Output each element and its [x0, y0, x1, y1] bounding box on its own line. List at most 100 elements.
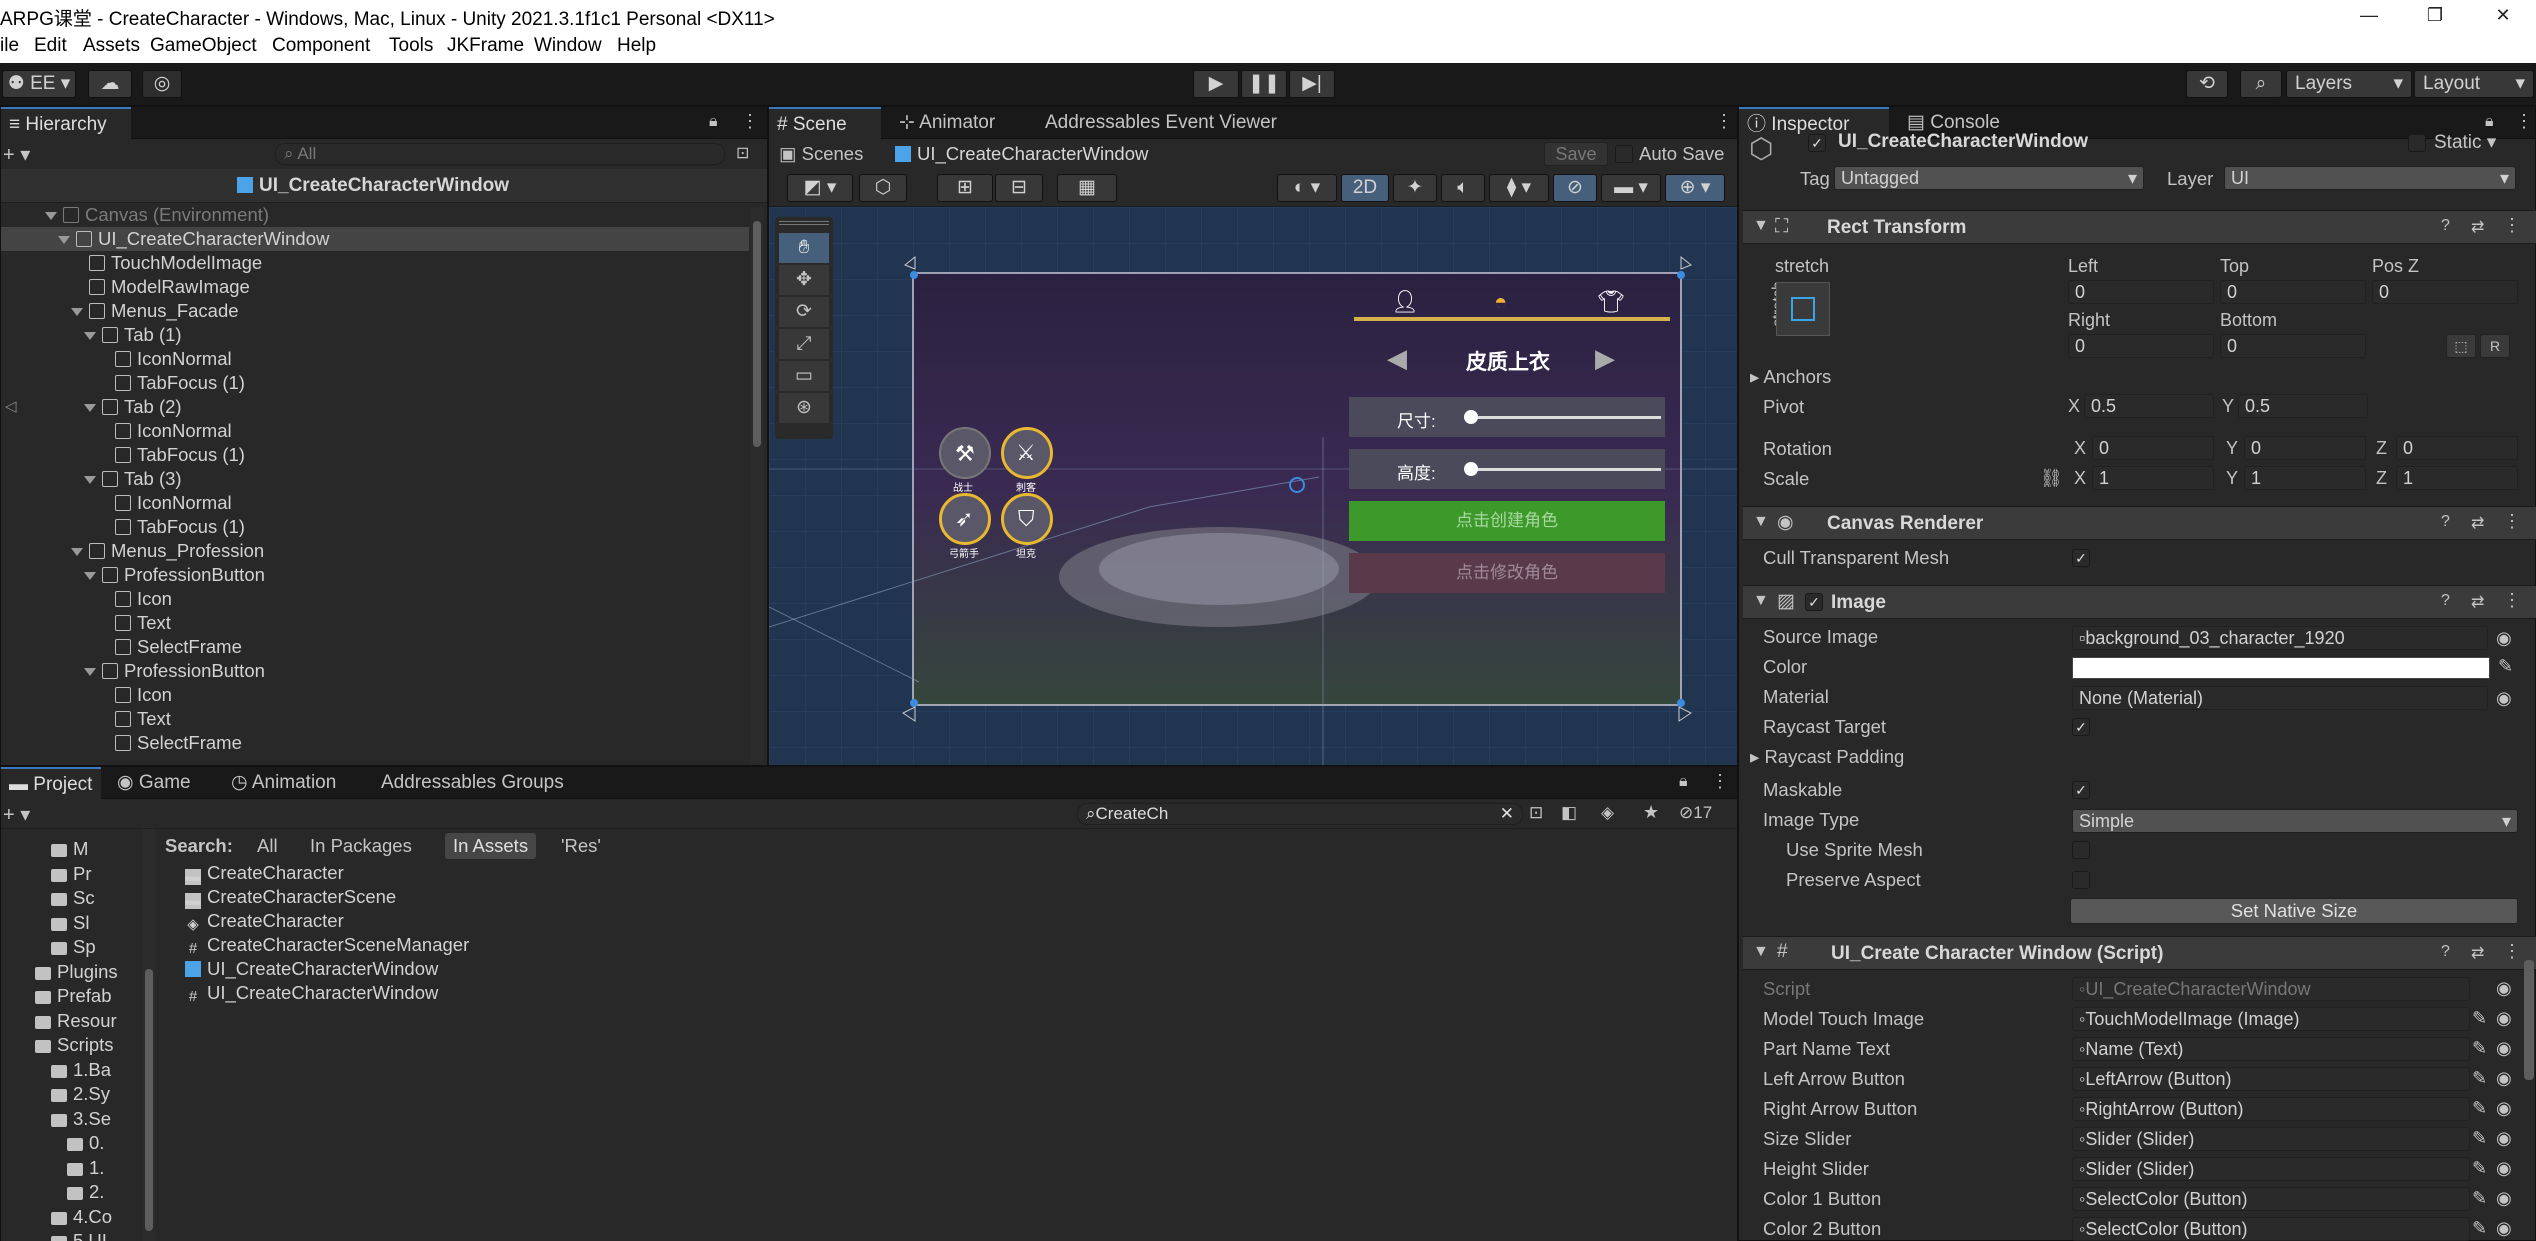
auto-save-checkbox[interactable] [1615, 145, 1633, 163]
collab-button[interactable]: ◎ [142, 70, 182, 98]
object-picker-icon[interactable]: ◉ [2496, 688, 2512, 709]
preset-icon[interactable]: ⇄ [2471, 592, 2484, 612]
script-field-value[interactable]: ◦Slider (Slider) [2072, 1157, 2470, 1181]
hierarchy-row[interactable]: TouchModelImage [1, 251, 749, 275]
visibility-button[interactable]: ⊘ [1553, 174, 1597, 202]
object-picker-icon[interactable]: ◉ [2496, 1158, 2512, 1179]
draw-mode-dropdown[interactable]: ◩ ▾ [787, 174, 853, 202]
increment-snap-button[interactable]: ⊟ [995, 174, 1043, 202]
lock-icon[interactable]: 🔒︎ [709, 113, 718, 131]
raycast-padding-foldout[interactable]: ▸ Raycast Padding [1750, 744, 1904, 770]
hierarchy-row[interactable]: Text [1, 707, 749, 731]
expand-triangle-icon[interactable] [84, 668, 96, 676]
project-result-item[interactable]: UI_CreateCharacterWindow [185, 957, 438, 981]
menu-component[interactable]: Component [272, 35, 370, 57]
left-arrow-icon[interactable]: ◀ [1387, 343, 1407, 374]
profession-tank-button[interactable]: ⛉ [1001, 493, 1053, 545]
more-menu-icon[interactable]: ⋮ [2503, 511, 2521, 532]
project-tree-item[interactable]: Plugins [35, 960, 118, 984]
favorite-icon[interactable]: ★ [1643, 802, 1659, 823]
rotation-z-field[interactable]: 0 [2396, 436, 2518, 460]
step-button[interactable]: ▶| [1289, 70, 1335, 98]
scale-tool-icon[interactable]: ⤢ [779, 329, 829, 359]
tab-scene[interactable]: # Scene [769, 107, 881, 139]
object-picker-icon[interactable]: ◉ [2496, 1098, 2512, 1119]
scale-x-field[interactable]: 1 [2092, 466, 2214, 490]
lock-icon[interactable]: 🔒︎ [2485, 113, 2494, 131]
scene-visibility-icon[interactable]: ◁ [5, 395, 17, 419]
layer-dropdown[interactable]: UI ▾ [2224, 166, 2516, 190]
more-menu-icon[interactable]: ⋮ [2503, 215, 2521, 236]
scale-y-field[interactable]: 1 [2244, 466, 2366, 490]
hierarchy-row[interactable]: ModelRawImage [1, 275, 749, 299]
hierarchy-scrollbar[interactable] [751, 207, 763, 763]
project-tree-item[interactable]: Sp [51, 935, 96, 959]
cloud-button[interactable]: ☁ [88, 70, 132, 98]
grid-snap-button[interactable]: ⊞ [937, 174, 993, 202]
script-field-value[interactable]: ◦Slider (Slider) [2072, 1127, 2470, 1151]
posz-field[interactable]: 0 [2372, 280, 2518, 304]
project-result-item[interactable]: ◈ CreateCharacter [185, 909, 344, 933]
more-menu-icon[interactable]: ⋮ [1715, 111, 1733, 132]
project-tree-item[interactable]: 0. [67, 1131, 104, 1155]
more-menu-icon[interactable]: ⋮ [2515, 111, 2533, 132]
hierarchy-row[interactable]: TabFocus (1) [1, 443, 749, 467]
script-field-value[interactable]: ◦RightArrow (Button) [2072, 1097, 2470, 1121]
preset-icon[interactable]: ⇄ [2471, 217, 2484, 237]
help-icon[interactable]: ? [2441, 217, 2450, 235]
grid-visual-button[interactable]: ▦ [1057, 174, 1117, 202]
move-tool-icon[interactable]: ✥ [779, 265, 829, 295]
object-name-field[interactable]: UI_CreateCharacterWindow [1838, 131, 2088, 153]
hierarchy-row[interactable]: ProfessionButton [1, 563, 749, 587]
layout-dropdown[interactable]: Layout ▾ [2414, 70, 2534, 98]
profession-archer-button[interactable]: ➶ [939, 493, 991, 545]
mode-2d-button[interactable]: 2D [1341, 174, 1389, 202]
tab-hierarchy[interactable]: ≡ Hierarchy [1, 107, 131, 139]
object-picker-icon[interactable]: ◉ [2496, 1188, 2512, 1209]
palette-handle[interactable] [779, 221, 829, 225]
hierarchy-row[interactable]: Canvas (Environment) [1, 203, 749, 227]
project-result-item[interactable]: ▬ CreateCharacterScene [185, 885, 396, 909]
breadcrumb-prefab[interactable]: UI_CreateCharacterWindow [895, 143, 1148, 165]
tab-animator[interactable]: ⊹ Animator [891, 107, 1003, 139]
project-tree-item[interactable]: Prefab [35, 984, 112, 1008]
profession-assassin-button[interactable]: ⚔ [1001, 427, 1053, 479]
object-picker-icon[interactable]: ◉ [2496, 978, 2512, 999]
search-scope-all[interactable]: All [257, 835, 278, 857]
script-field-value[interactable]: ◦SelectColor (Button) [2072, 1217, 2470, 1241]
menu-jkframe[interactable]: JKFrame [447, 35, 524, 57]
pivot-x-field[interactable]: 0.5 [2084, 394, 2214, 418]
expand-triangle-icon[interactable] [71, 308, 83, 316]
use-sprite-mesh-checkbox[interactable] [2072, 841, 2090, 859]
help-icon[interactable]: ? [2441, 513, 2450, 531]
scale-z-field[interactable]: 1 [2396, 466, 2518, 490]
scene-viewport[interactable]: 👤︎ ◓ 👕︎ ◀ 皮质上衣 ▶ 尺寸: 高度: 点击创建角色 点击修改角色 ⚒… [769, 207, 1737, 765]
history-button[interactable]: ⟲ [2186, 70, 2228, 98]
raycast-target-checkbox[interactable]: ✓ [2072, 718, 2090, 736]
expand-triangle-icon[interactable] [45, 212, 57, 220]
script-component-header[interactable]: ▼ # UI_Create Character Window (Script) … [1743, 936, 2536, 970]
minimize-button[interactable]: — [2346, 0, 2392, 30]
tag-dropdown[interactable]: Untagged ▾ [1834, 166, 2144, 190]
layers-dropdown[interactable]: Layers ▾ [2286, 70, 2412, 98]
close-button[interactable]: ✕ [2480, 0, 2526, 30]
active-checkbox[interactable]: ✓ [1808, 134, 1826, 152]
project-tree-item[interactable]: 2.Sy [51, 1082, 110, 1106]
menu-gameobject[interactable]: GameObject [150, 35, 257, 57]
top-field[interactable]: 0 [2220, 280, 2366, 304]
project-tree-item[interactable]: Scripts [35, 1033, 114, 1057]
more-menu-icon[interactable]: ⋮ [741, 111, 759, 132]
raw-edit-button[interactable]: R [2480, 334, 2510, 358]
edit-reference-icon[interactable]: ✎ [2472, 1068, 2487, 1089]
effects-dropdown[interactable]: ⧫ ▾ [1489, 174, 1549, 202]
rect-tool-icon[interactable]: ▭ [779, 361, 829, 391]
project-tree-item[interactable]: Resour [35, 1009, 117, 1033]
filter-type-icon[interactable]: ◧ [1561, 803, 1577, 823]
eyedropper-icon[interactable]: ✎ [2498, 656, 2513, 677]
hierarchy-row[interactable]: IconNormal [1, 491, 749, 515]
script-field-value[interactable]: ◦Name (Text) [2072, 1037, 2470, 1061]
height-slider-track[interactable] [1469, 468, 1661, 471]
tab-addressables-groups[interactable]: Addressables Groups [373, 767, 572, 799]
left-field[interactable]: 0 [2068, 280, 2214, 304]
project-tree-item[interactable]: 1. [67, 1156, 104, 1180]
